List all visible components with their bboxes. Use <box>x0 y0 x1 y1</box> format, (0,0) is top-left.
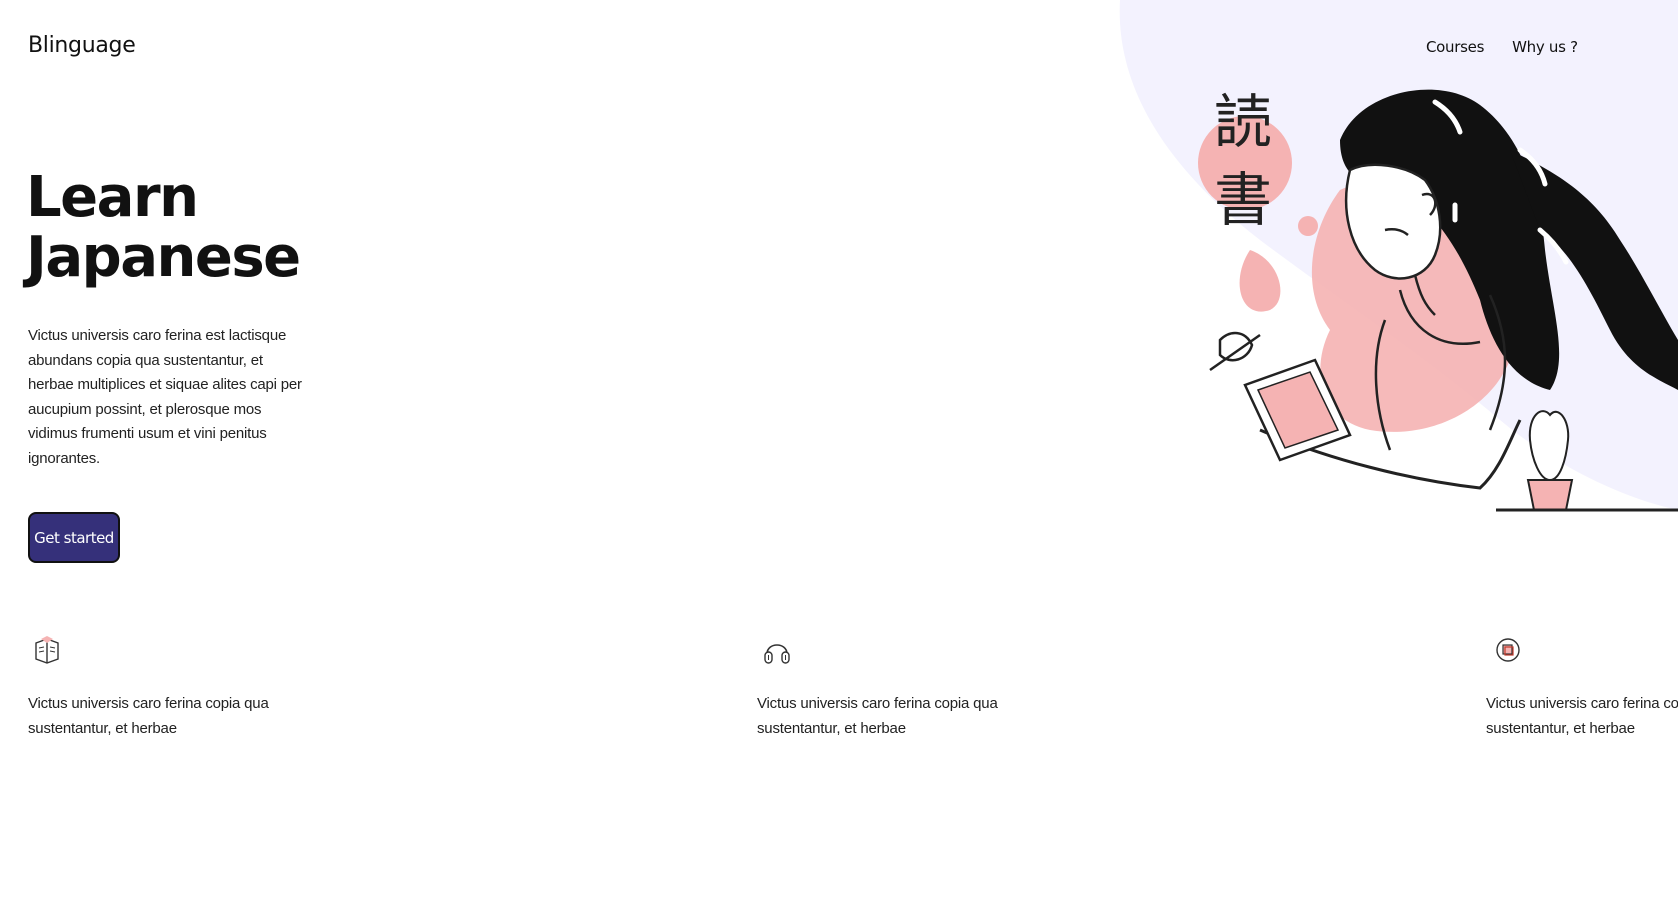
nav-why-us-link[interactable]: Why us ? <box>1512 38 1578 56</box>
feature-reading: Victus universis caro ferina copia qua s… <box>28 634 318 741</box>
get-started-button[interactable]: Get started <box>28 512 120 563</box>
cards-icon <box>1496 638 1520 662</box>
hero-title: Learn Japanese <box>26 165 301 290</box>
top-nav: Courses Why us ? <box>1426 38 1578 56</box>
feature-flashcards-text: Victus universis caro ferina copia qua s… <box>1486 695 1678 737</box>
hero-title-line2: Japanese <box>26 225 301 290</box>
hero-title-line1: Learn <box>26 165 199 230</box>
landing-page: Blinguage Courses Why us ? Learn Japanes… <box>0 0 1678 922</box>
kanji-read: 読 <box>1214 88 1272 156</box>
nav-courses-link[interactable]: Courses <box>1426 38 1484 56</box>
cactus-plant <box>1496 410 1678 512</box>
feature-reading-text: Victus universis caro ferina copia qua s… <box>28 695 269 737</box>
logo[interactable]: Blinguage <box>28 33 136 58</box>
book-icon <box>35 636 59 664</box>
hero-description: Victus universis caro ferina est lactisq… <box>28 327 302 467</box>
headphones-icon <box>764 644 790 664</box>
feature-flashcards: Victus universis caro ferina copia qua s… <box>1486 634 1678 741</box>
feature-listening: Victus universis caro ferina copia qua s… <box>757 634 1047 741</box>
girl-reading-illustration: 読 書 <box>1198 88 1678 512</box>
feature-listening-text: Victus universis caro ferina copia qua s… <box>757 695 998 737</box>
kanji-write: 書 <box>1214 166 1272 234</box>
